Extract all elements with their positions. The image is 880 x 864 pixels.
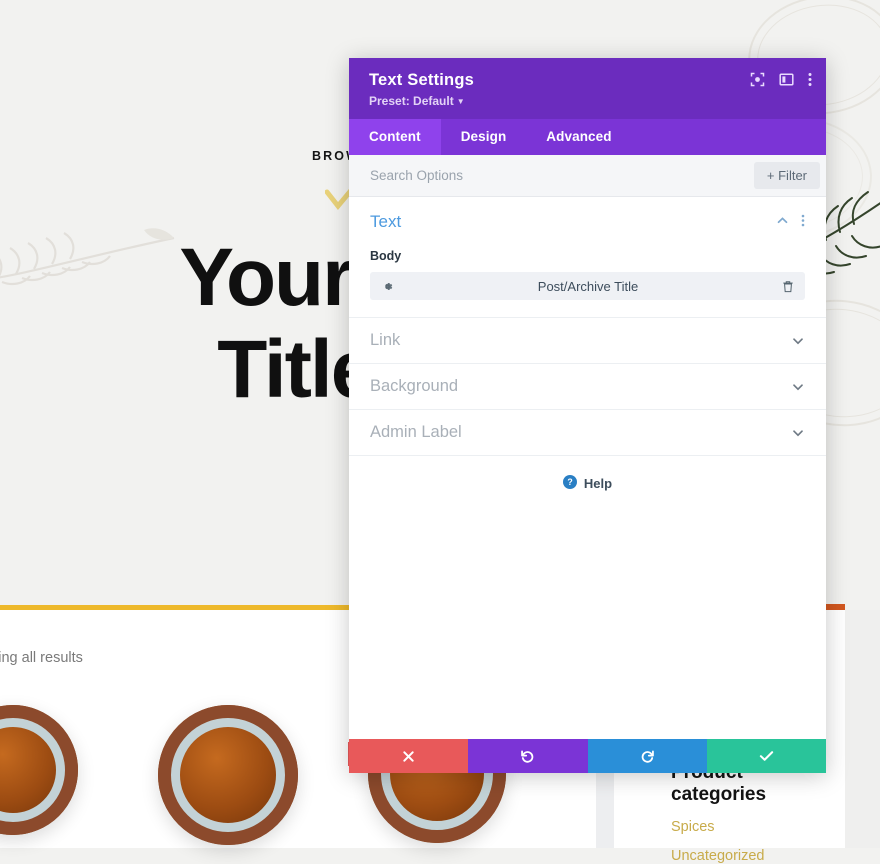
help-label: Help: [584, 476, 612, 491]
undo-button[interactable]: [468, 739, 587, 773]
save-button[interactable]: [707, 739, 826, 773]
panel-title: Text Settings: [369, 71, 808, 90]
filter-button[interactable]: + Filter: [754, 162, 820, 189]
redo-button[interactable]: [588, 739, 707, 773]
section-admin-label[interactable]: Admin Label: [349, 410, 826, 456]
help-button[interactable]: ? Help: [349, 456, 826, 492]
section-admin-label-title: Admin Label: [370, 423, 462, 442]
section-background-title: Background: [370, 377, 458, 396]
product-categories-widget: Product categories Spices Uncategorized: [671, 762, 845, 864]
tab-content[interactable]: Content: [349, 119, 441, 155]
section-text-tools: [776, 214, 805, 230]
more-vertical-icon[interactable]: [801, 214, 805, 230]
product-image[interactable]: [158, 705, 298, 845]
section-text: Text Body: [349, 197, 826, 318]
section-link[interactable]: Link: [349, 318, 826, 364]
section-text-title: Text: [370, 212, 401, 232]
section-text-header[interactable]: Text: [370, 212, 805, 232]
undo-icon: [520, 749, 535, 764]
tab-advanced[interactable]: Advanced: [526, 119, 631, 155]
gear-icon[interactable]: [381, 280, 394, 293]
chevron-down-icon[interactable]: [791, 426, 805, 440]
category-link-spices[interactable]: Spices: [671, 819, 845, 835]
section-background[interactable]: Background: [349, 364, 826, 410]
dynamic-content-value: Post/Archive Title: [394, 279, 782, 294]
checkmark-icon: [759, 749, 774, 763]
focus-icon[interactable]: [750, 72, 765, 87]
chevron-down-icon[interactable]: [791, 334, 805, 348]
panel-tabs: Content Design Advanced: [349, 119, 826, 155]
svg-text:?: ?: [567, 477, 572, 487]
section-link-title: Link: [370, 331, 400, 350]
layout-panel-icon[interactable]: [779, 72, 794, 87]
help-circle-icon: ?: [563, 475, 577, 492]
more-vertical-icon[interactable]: [808, 72, 812, 87]
preset-label: Preset: Default: [369, 94, 454, 108]
chevron-down-icon[interactable]: [791, 380, 805, 394]
trash-icon[interactable]: [782, 280, 794, 293]
layout-gutter: [845, 610, 880, 848]
chevron-down-icon: ▼: [457, 97, 465, 106]
preset-selector[interactable]: Preset: Default▼: [369, 94, 808, 108]
cancel-button[interactable]: [349, 739, 468, 773]
close-icon: [402, 750, 415, 763]
panel-header: Text Settings Preset: Default▼: [349, 58, 826, 119]
result-count-text: Showing all results: [0, 650, 83, 666]
redo-icon: [640, 749, 655, 764]
panel-header-actions: [750, 72, 812, 87]
chevron-up-icon[interactable]: [776, 214, 789, 230]
search-input[interactable]: [370, 168, 754, 183]
panel-body: Text Body: [349, 197, 826, 739]
dynamic-content-field[interactable]: Post/Archive Title: [370, 272, 805, 300]
category-link-uncategorized[interactable]: Uncategorized: [671, 848, 845, 864]
field-label-body: Body: [370, 249, 805, 263]
tab-design[interactable]: Design: [441, 119, 527, 155]
text-settings-panel: Text Settings Preset: Default▼: [349, 58, 826, 773]
panel-action-bar: [349, 739, 826, 773]
search-row: + Filter: [349, 155, 826, 197]
